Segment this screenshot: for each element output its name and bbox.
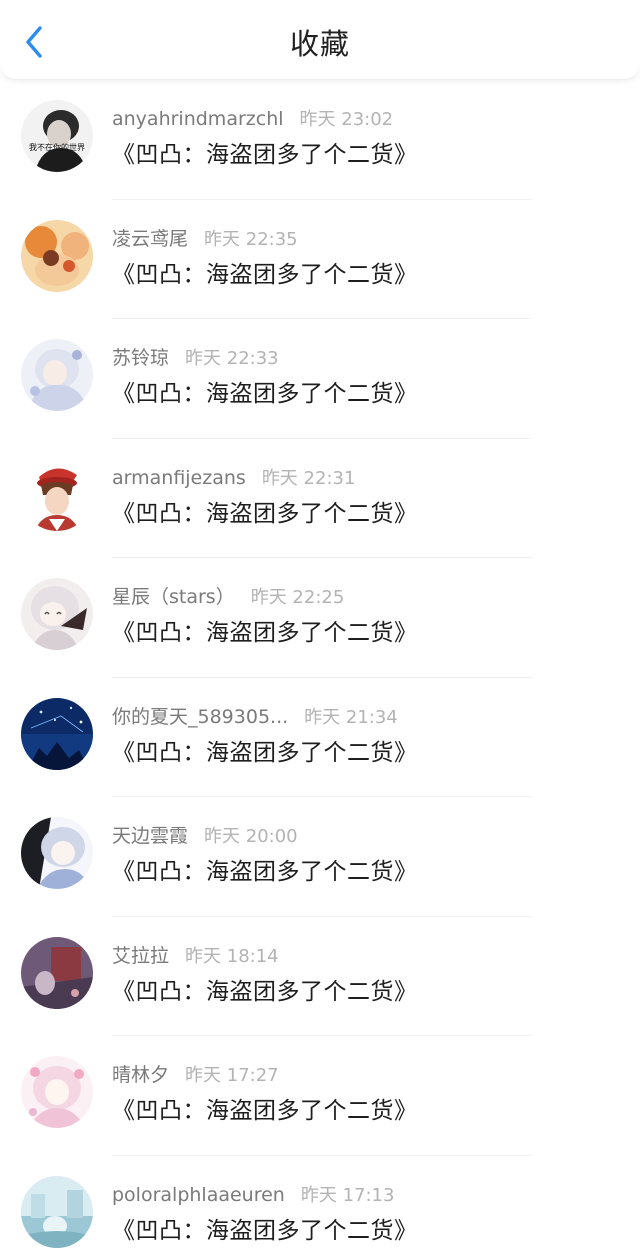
post-title[interactable]: 《凹凸：海盗团多了个二货》	[112, 1214, 418, 1248]
avatar[interactable]	[21, 1175, 93, 1248]
favorites-screen: 收藏 我不在你的世界 anyahrindmarzchl 昨天 23:02 《凹凸：…	[0, 0, 640, 1256]
avatar-image: 我不在你的世界	[21, 100, 93, 172]
post-title[interactable]: 《凹凸：海盗团多了个二货》	[112, 377, 418, 411]
username[interactable]: anyahrindmarzchl	[112, 108, 284, 130]
list-item[interactable]: 艾拉拉 昨天 18:14 《凹凸：海盗团多了个二货》	[0, 917, 640, 1036]
username[interactable]: poloralphlaaeuren	[112, 1184, 285, 1206]
username[interactable]: 艾拉拉	[112, 945, 169, 967]
timestamp: 昨天 18:14	[185, 945, 279, 967]
timestamp: 昨天 23:02	[299, 109, 394, 130]
post-title[interactable]: 《凹凸：海盗团多了个二货》	[112, 497, 418, 531]
avatar-caption: 我不在你的世界	[29, 142, 85, 152]
post-title[interactable]: 《凹凸：海盗团多了个二货》	[112, 975, 418, 1009]
username[interactable]: 星辰（stars）	[112, 586, 235, 608]
username[interactable]: 天边雲霞	[112, 825, 188, 847]
item-meta: anyahrindmarzchl 昨天 23:02	[112, 106, 393, 132]
post-title[interactable]: 《凹凸：海盗团多了个二货》	[112, 1094, 418, 1128]
post-title[interactable]: 《凹凸：海盗团多了个二货》	[112, 616, 418, 650]
avatar[interactable]	[21, 936, 93, 1009]
avatar[interactable]: 我不在你的世界	[21, 100, 93, 172]
timestamp: 昨天 21:34	[304, 706, 398, 728]
item-meta: 凌云鸢尾 昨天 22:35	[112, 226, 298, 252]
avatar[interactable]	[21, 339, 93, 411]
post-title[interactable]: 《凹凸：海盗团多了个二货》	[112, 258, 418, 292]
username[interactable]: 苏铃琼	[112, 347, 169, 369]
timestamp: 昨天 20:00	[204, 826, 298, 847]
username[interactable]: 凌云鸢尾	[112, 228, 188, 250]
timestamp: 昨天 22:33	[185, 348, 279, 369]
page-title: 收藏	[289, 27, 350, 61]
timestamp: 昨天 22:35	[204, 228, 298, 250]
timestamp: 昨天 22:25	[250, 587, 345, 608]
timestamp: 昨天 17:13	[300, 1184, 395, 1206]
avatar-image	[21, 458, 93, 531]
item-meta: 苏铃琼 昨天 22:33	[112, 345, 279, 371]
post-title[interactable]: 《凹凸：海盗团多了个二货》	[112, 855, 418, 889]
post-title[interactable]: 《凹凸：海盗团多了个二货》	[112, 736, 418, 770]
avatar[interactable]	[21, 697, 93, 770]
post-title[interactable]: 《凹凸：海盗团多了个二货》	[112, 138, 418, 172]
username[interactable]: armanfijezans	[112, 467, 246, 489]
list-item[interactable]: 苏铃琼 昨天 22:33 《凹凸：海盗团多了个二货》	[0, 319, 640, 439]
list-item[interactable]: 天边雲霞 昨天 20:00 《凹凸：海盗团多了个二货》	[0, 797, 640, 917]
favorites-list: 我不在你的世界 anyahrindmarzchl 昨天 23:02 《凹凸：海盗团…	[0, 80, 640, 1256]
list-item[interactable]: armanfijezans 昨天 22:31 《凹凸：海盗团多了个二货》	[0, 439, 640, 558]
top-bar: 收藏	[0, 0, 640, 80]
list-item[interactable]: 晴林夕 昨天 17:27 《凹凸：海盗团多了个二货》	[0, 1036, 640, 1156]
avatar-image	[21, 219, 93, 292]
timestamp: 昨天 17:27	[185, 1065, 279, 1086]
avatar[interactable]	[21, 1056, 93, 1128]
avatar-image	[21, 578, 93, 650]
list-item[interactable]: 我不在你的世界 anyahrindmarzchl 昨天 23:02 《凹凸：海盗团…	[0, 80, 640, 200]
item-meta: armanfijezans 昨天 22:31	[112, 465, 355, 491]
avatar-image	[21, 697, 93, 770]
item-meta: 艾拉拉 昨天 18:14	[112, 943, 279, 969]
list-item[interactable]: 凌云鸢尾 昨天 22:35 《凹凸：海盗团多了个二货》	[0, 200, 640, 319]
item-meta: 星辰（stars） 昨天 22:25	[112, 584, 344, 610]
item-meta: 晴林夕 昨天 17:27	[112, 1062, 279, 1088]
avatar-image	[21, 817, 93, 889]
item-meta: 你的夏天_589305... 昨天 21:34	[112, 704, 398, 730]
username[interactable]: 晴林夕	[112, 1064, 169, 1086]
avatar-image	[21, 339, 93, 411]
avatar[interactable]	[21, 219, 93, 292]
avatar[interactable]	[21, 817, 93, 889]
timestamp: 昨天 22:31	[261, 467, 356, 489]
avatar-image	[21, 1056, 93, 1128]
username[interactable]: 你的夏天_589305...	[112, 706, 288, 728]
list-item[interactable]: 你的夏天_589305... 昨天 21:34 《凹凸：海盗团多了个二货》	[0, 678, 640, 797]
list-item[interactable]: 星辰（stars） 昨天 22:25 《凹凸：海盗团多了个二货》	[0, 558, 640, 678]
item-meta: 天边雲霞 昨天 20:00	[112, 823, 298, 849]
avatar-image	[21, 1175, 93, 1248]
avatar[interactable]	[21, 578, 93, 650]
list-item[interactable]: poloralphlaaeuren 昨天 17:13 《凹凸：海盗团多了个二货》	[0, 1156, 640, 1256]
item-meta: poloralphlaaeuren 昨天 17:13	[112, 1182, 394, 1208]
avatar-image	[21, 936, 93, 1009]
avatar[interactable]	[21, 458, 93, 531]
